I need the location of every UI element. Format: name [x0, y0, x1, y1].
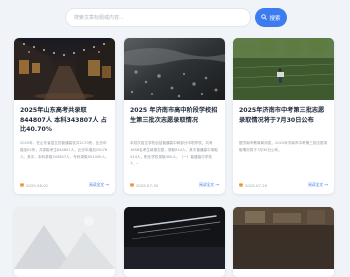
- read-more-link[interactable]: 阅读全文 →: [308, 182, 328, 188]
- article-thumbnail: [14, 38, 115, 100]
- search-button-label: 搜索: [269, 15, 281, 22]
- article-thumbnail: [124, 38, 225, 100]
- search-input[interactable]: [65, 8, 251, 27]
- article-footer: 2025-07-29 阅读全文 →: [239, 182, 328, 188]
- search-button[interactable]: 搜索: [255, 8, 287, 27]
- article-excerpt: 本批次招生学校包括普通高中和部分中职学校，共有1658名考生填报志愿，录取814…: [130, 141, 218, 166]
- article-card[interactable]: 2025年山东高考共录取844807人 本科343807人 占比40.70% 2…: [14, 38, 115, 194]
- article-excerpt: 据济南市教育局消息，2025年济南市中考第三批志愿录取情况将于7月30日公布。: [239, 141, 328, 152]
- article-card[interactable]: [233, 207, 334, 277]
- article-card[interactable]: [124, 207, 225, 277]
- read-more-label: 阅读全文: [199, 182, 215, 187]
- article-thumbnail: [233, 38, 334, 100]
- arrow-right-icon: →: [105, 182, 109, 188]
- read-more-link[interactable]: 阅读全文 →: [89, 182, 109, 188]
- article-date-text: 2025-07-30: [136, 182, 159, 188]
- article-title[interactable]: 2025年山东高考共录取844807人 本科343807人 占比40.70%: [20, 106, 109, 135]
- article-card[interactable]: 2025年济南市中考第三批志愿录取情况将于7月30日公布 据济南市教育局消息，2…: [233, 38, 334, 194]
- search-icon: [261, 13, 268, 22]
- article-title[interactable]: 2025 年济南市高中阶段学校招生第三批次志愿录取情况: [130, 106, 219, 135]
- read-more-link[interactable]: 阅读全文 →: [199, 182, 219, 188]
- article-footer: 2025-07-30 阅读全文 →: [130, 182, 219, 188]
- calendar-icon: [20, 183, 24, 187]
- article-date-text: 2025-08-02: [26, 182, 49, 188]
- article-card[interactable]: 2025 年济南市高中阶段学校招生第三批次志愿录取情况 本批次招生学校包括普通高…: [124, 38, 225, 194]
- read-more-label: 阅读全文: [89, 182, 105, 187]
- calendar-icon: [239, 183, 243, 187]
- calendar-icon: [130, 183, 134, 187]
- read-more-label: 阅读全文: [308, 182, 324, 187]
- article-card[interactable]: [14, 207, 115, 277]
- article-excerpt: 2025年，在山东省招生的普通高校共2170所，比去年增加62所；共录取考生84…: [20, 141, 109, 159]
- article-thumbnail: [14, 207, 115, 269]
- arrow-right-icon: →: [324, 182, 328, 188]
- article-title[interactable]: 2025年济南市中考第三批志愿录取情况将于7月30日公布: [239, 106, 328, 135]
- article-thumbnail: [124, 207, 225, 269]
- search-bar: 搜索: [65, 8, 287, 27]
- article-date-text: 2025-07-29: [245, 182, 268, 188]
- article-footer: 2025-08-02 阅读全文 →: [20, 182, 109, 188]
- article-date: 2025-07-29: [239, 183, 267, 188]
- article-date: 2025-07-30: [130, 183, 158, 188]
- article-date: 2025-08-02: [20, 183, 48, 188]
- arrow-right-icon: →: [215, 182, 219, 188]
- article-thumbnail: [233, 207, 334, 269]
